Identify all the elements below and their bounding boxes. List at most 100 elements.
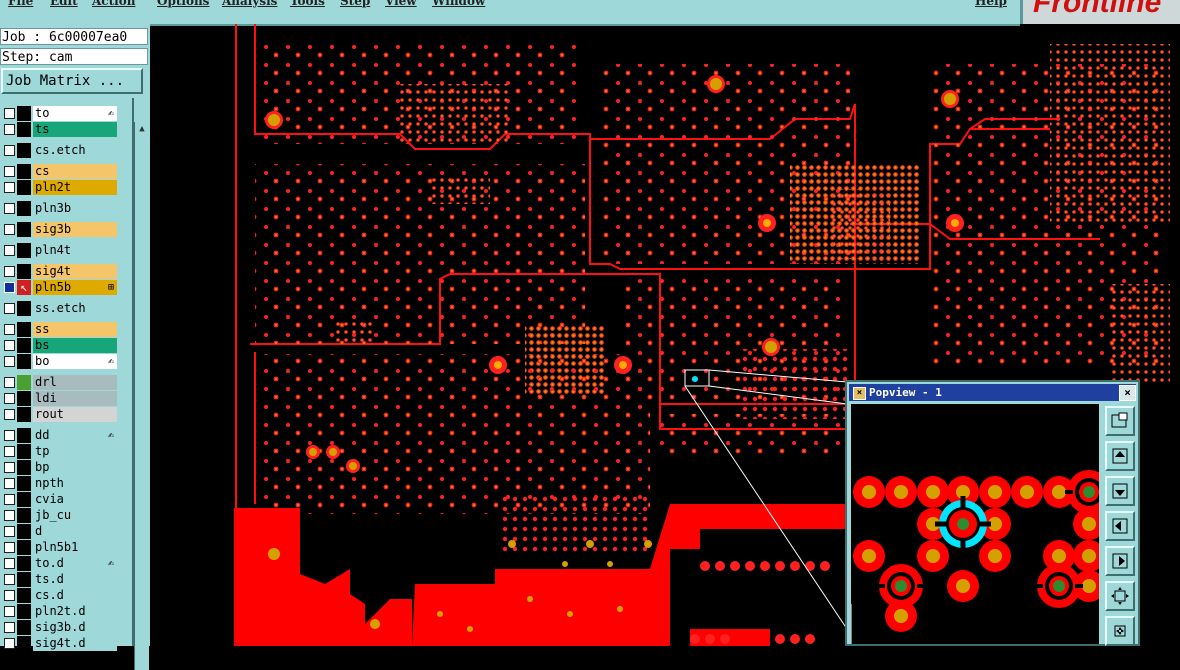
layer-label[interactable]: pln5b ⊞ xyxy=(33,280,117,295)
layer-label[interactable]: sig3b.d xyxy=(33,620,117,635)
layer-label[interactable]: cs.etch xyxy=(33,143,117,158)
menu-file[interactable]: File xyxy=(8,0,33,8)
menu-options[interactable]: Options xyxy=(157,0,209,8)
layer-color-swatch[interactable] xyxy=(17,636,31,651)
layer-row[interactable]: cs.d xyxy=(0,588,120,603)
layer-label[interactable]: jb_cu xyxy=(33,508,117,523)
layer-label[interactable]: npth xyxy=(33,476,117,491)
layer-row[interactable]: ldi xyxy=(0,391,120,406)
layer-checkbox[interactable] xyxy=(4,124,15,135)
layer-checkbox[interactable] xyxy=(4,558,15,569)
layer-color-swatch[interactable] xyxy=(17,444,31,459)
layer-row[interactable]: bp xyxy=(0,460,120,475)
layer-label[interactable]: rout xyxy=(33,407,117,422)
layer-label[interactable]: pln4t xyxy=(33,243,117,258)
layer-label[interactable]: bp xyxy=(33,460,117,475)
layer-color-swatch[interactable] xyxy=(17,540,31,555)
popview-window[interactable]: × Popview - 1 × xyxy=(845,380,1140,646)
layer-scrollbar[interactable]: ▲ xyxy=(134,122,149,670)
layer-checkbox[interactable] xyxy=(4,203,15,214)
layer-checkbox[interactable] xyxy=(4,340,15,351)
layer-color-swatch[interactable] xyxy=(17,243,31,258)
pan-right-icon[interactable] xyxy=(1105,546,1135,576)
layer-label[interactable]: ss.etch xyxy=(33,301,117,316)
zoom-fit-icon[interactable] xyxy=(1105,406,1135,436)
layer-label[interactable]: ldi xyxy=(33,391,117,406)
layer-checkbox[interactable] xyxy=(4,393,15,404)
layer-color-swatch[interactable] xyxy=(17,264,31,279)
layer-checkbox[interactable] xyxy=(4,324,15,335)
layer-label[interactable]: cs xyxy=(33,164,117,179)
layer-row[interactable]: npth xyxy=(0,476,120,491)
menu-view[interactable]: View xyxy=(385,0,417,8)
layer-row[interactable]: pln2t xyxy=(0,180,120,195)
layer-color-swatch[interactable] xyxy=(17,428,31,443)
layer-checkbox[interactable] xyxy=(4,303,15,314)
layer-label[interactable]: ss xyxy=(33,322,117,337)
layer-color-swatch[interactable] xyxy=(17,556,31,571)
layer-label[interactable]: pln3b xyxy=(33,201,117,216)
layer-row[interactable]: cs xyxy=(0,164,120,179)
layer-row[interactable]: ↖ pln5b ⊞ xyxy=(0,280,120,295)
layer-row[interactable]: bs xyxy=(0,338,120,353)
layer-color-swatch[interactable] xyxy=(17,354,31,369)
layer-color-swatch[interactable] xyxy=(17,476,31,491)
layer-color-swatch[interactable] xyxy=(17,588,31,603)
layer-row[interactable]: pln2t.d xyxy=(0,604,120,619)
layer-checkbox[interactable] xyxy=(4,590,15,601)
layer-color-swatch[interactable] xyxy=(17,572,31,587)
layer-color-swatch[interactable] xyxy=(17,391,31,406)
layer-checkbox[interactable] xyxy=(4,356,15,367)
layer-color-swatch[interactable] xyxy=(17,122,31,137)
layer-color-swatch[interactable] xyxy=(17,338,31,353)
layer-label[interactable]: tp xyxy=(33,444,117,459)
layer-row[interactable]: pln3b xyxy=(0,201,120,216)
layer-row[interactable]: bo ✍ xyxy=(0,354,120,369)
layer-color-swatch[interactable] xyxy=(17,508,31,523)
layer-label[interactable]: sig4t.d xyxy=(33,636,117,651)
layer-checkbox[interactable] xyxy=(4,182,15,193)
active-layer-cursor-icon[interactable]: ↖ xyxy=(17,280,31,295)
layer-label[interactable]: ts.d xyxy=(33,572,117,587)
layer-label[interactable]: sig4t xyxy=(33,264,117,279)
layer-row[interactable]: rout xyxy=(0,407,120,422)
layer-color-swatch[interactable] xyxy=(17,407,31,422)
zoom-in-icon[interactable] xyxy=(1105,616,1135,646)
layer-checkbox[interactable] xyxy=(4,478,15,489)
layer-checkbox[interactable] xyxy=(4,282,15,293)
popview-titlebar[interactable]: × Popview - 1 × xyxy=(849,384,1136,401)
layer-row[interactable]: to.d ✍ xyxy=(0,556,120,571)
layer-row[interactable]: dd ✍ xyxy=(0,428,120,443)
layer-row[interactable]: cvia xyxy=(0,492,120,507)
layer-row[interactable]: sig3b xyxy=(0,222,120,237)
pan-up-icon[interactable] xyxy=(1105,441,1135,471)
layer-row[interactable]: tp xyxy=(0,444,120,459)
layer-color-swatch[interactable] xyxy=(17,620,31,635)
layer-row[interactable]: pln5b1 xyxy=(0,540,120,555)
layer-label[interactable]: bo ✍ xyxy=(33,354,117,369)
layer-label[interactable]: dd ✍ xyxy=(33,428,117,443)
layer-label[interactable]: pln2t xyxy=(33,180,117,195)
layer-checkbox[interactable] xyxy=(4,606,15,617)
layer-color-swatch[interactable] xyxy=(17,460,31,475)
layer-row[interactable]: ts.d xyxy=(0,572,120,587)
layer-checkbox[interactable] xyxy=(4,266,15,277)
layer-checkbox[interactable] xyxy=(4,494,15,505)
layer-color-swatch[interactable] xyxy=(17,604,31,619)
layer-checkbox[interactable] xyxy=(4,462,15,473)
menu-help[interactable]: Help xyxy=(975,0,1007,8)
layer-label[interactable]: to ✍ xyxy=(33,106,117,121)
layer-color-swatch[interactable] xyxy=(17,492,31,507)
layer-label[interactable]: cs.d xyxy=(33,588,117,603)
layer-color-swatch[interactable] xyxy=(17,180,31,195)
layer-checkbox[interactable] xyxy=(4,108,15,119)
layer-checkbox[interactable] xyxy=(4,526,15,537)
layer-row[interactable]: d xyxy=(0,524,120,539)
layer-color-swatch[interactable] xyxy=(17,143,31,158)
layer-checkbox[interactable] xyxy=(4,446,15,457)
layer-checkbox[interactable] xyxy=(4,224,15,235)
layer-checkbox[interactable] xyxy=(4,409,15,420)
layer-color-swatch[interactable] xyxy=(17,524,31,539)
layer-checkbox[interactable] xyxy=(4,145,15,156)
layer-row[interactable]: to ✍ xyxy=(0,106,120,121)
